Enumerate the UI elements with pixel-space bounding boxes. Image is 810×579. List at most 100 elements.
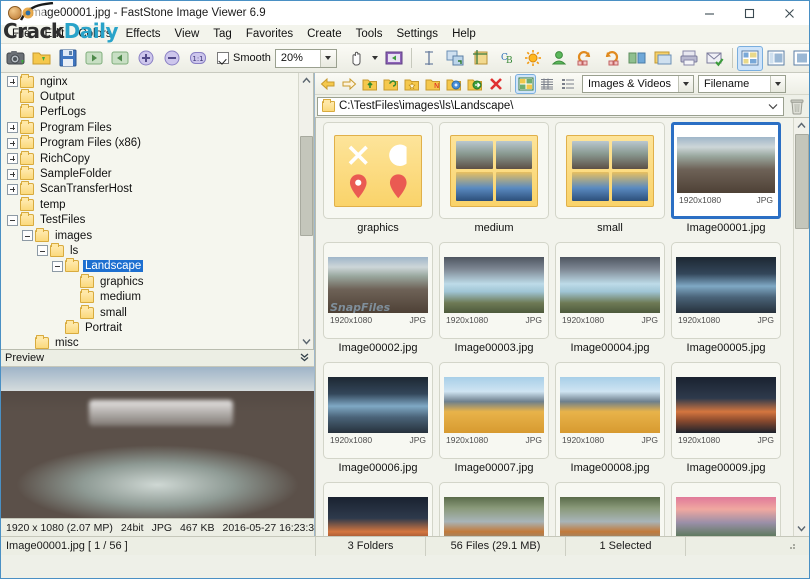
menu-edit[interactable]: Edit	[38, 26, 72, 42]
pan-dropdown-arrow[interactable]	[369, 46, 381, 70]
maximize-button[interactable]	[729, 1, 769, 25]
image-thumbnail[interactable]: 1920x1080JPGImage00004.jpg	[554, 242, 666, 362]
tree-scroll-up-icon[interactable]	[299, 73, 314, 88]
open-folder-icon[interactable]	[29, 46, 55, 71]
tree-item-temp[interactable]: temp	[1, 197, 298, 212]
tree-item-misc[interactable]: misc	[1, 336, 298, 349]
tree-item-graphics[interactable]: graphics	[1, 274, 298, 289]
menu-favorites[interactable]: Favorites	[239, 26, 300, 42]
smooth-checkbox-box[interactable]	[217, 52, 229, 64]
thumbnail-mode-icon[interactable]	[515, 74, 536, 94]
file-filter-combo[interactable]: Images & Videos	[582, 75, 694, 93]
tree-collapse-icon[interactable]	[22, 230, 33, 241]
image-thumbnail[interactable]: 1920x1080JPGImage00001.jpg	[670, 122, 782, 242]
thumbnail-frame[interactable]	[555, 122, 665, 219]
compare-icon[interactable]	[416, 46, 442, 71]
smooth-checkbox[interactable]: Smooth	[217, 52, 271, 64]
thumbnail-frame[interactable]: 1920x1080JPG	[671, 482, 781, 536]
image-thumbnail[interactable]: 1920x1080JPGImage00003.jpg	[438, 242, 550, 362]
tree-collapse-icon[interactable]	[37, 245, 48, 256]
image-thumbnail[interactable]: 1920x1080JPGImage00007.jpg	[438, 362, 550, 482]
sort-arrow[interactable]	[770, 76, 785, 92]
tree-item-perflogs[interactable]: PerfLogs	[1, 105, 298, 120]
image-thumbnail[interactable]: 1920x1080JPGImage00006.jpg	[322, 362, 434, 482]
image-thumbnail[interactable]: 1920x1080JPGImage00013.jpg	[670, 482, 782, 536]
flip-icon[interactable]	[624, 46, 650, 71]
image-thumbnail[interactable]: 1920x1080JPGImage00012.jpg	[554, 482, 666, 536]
rotate-left-icon[interactable]	[572, 46, 598, 71]
close-button[interactable]	[769, 1, 809, 25]
border-icon[interactable]	[650, 46, 676, 71]
tree-item-images[interactable]: images	[1, 228, 298, 243]
menu-help[interactable]: Help	[445, 26, 483, 42]
previous-image-icon[interactable]	[81, 46, 107, 71]
thumbnail-view-icon[interactable]	[737, 46, 763, 71]
favorites-icon[interactable]	[401, 74, 422, 94]
tree-collapse-icon[interactable]	[52, 261, 63, 272]
tree-collapse-icon[interactable]	[7, 215, 18, 226]
image-thumbnail[interactable]: 1920x1080JPGImage00011.jpg	[438, 482, 550, 536]
zoom-level-combo[interactable]: 20%	[275, 49, 337, 68]
preview-image-pane[interactable]	[1, 367, 314, 518]
rotate-right-icon[interactable]	[598, 46, 624, 71]
save-icon[interactable]	[55, 46, 81, 71]
tree-item-medium[interactable]: medium	[1, 289, 298, 304]
thumbs-scroll-thumb[interactable]	[795, 134, 809, 229]
pan-hand-icon[interactable]	[343, 46, 369, 71]
folder-tree[interactable]: nginxOutputPerfLogsProgram FilesProgram …	[1, 73, 298, 349]
thumbnails-scrollbar[interactable]	[793, 118, 809, 536]
zoom-in-icon[interactable]	[133, 46, 159, 71]
menu-colors[interactable]: Colors	[71, 26, 118, 42]
slideshow-icon[interactable]	[381, 46, 407, 71]
thumbnail-frame[interactable]: 1920x1080JPG	[555, 482, 665, 536]
tree-item-ls[interactable]: ls	[1, 243, 298, 258]
tree-expand-icon[interactable]	[7, 122, 18, 133]
image-thumbnail[interactable]: 1920x1080JPGImage00005.jpg	[670, 242, 782, 362]
zoom-out-icon[interactable]	[159, 46, 185, 71]
tree-item-small[interactable]: small	[1, 305, 298, 320]
thumbnail-grid[interactable]: graphicsmediumsmall1920x1080JPGImage0000…	[316, 118, 793, 536]
tree-item-nginx[interactable]: nginx	[1, 74, 298, 89]
preview-view-icon[interactable]	[789, 46, 810, 71]
zoom-dropdown-arrow[interactable]	[320, 50, 336, 67]
sort-combo[interactable]: Filename	[698, 75, 786, 93]
up-folder-icon[interactable]	[359, 74, 380, 94]
tree-item-portrait[interactable]: Portrait	[1, 320, 298, 335]
menu-effects[interactable]: Effects	[119, 26, 168, 42]
menu-tools[interactable]: Tools	[349, 26, 390, 42]
filmstrip-view-icon[interactable]	[763, 46, 789, 71]
thumbnail-browser[interactable]: graphicsmediumsmall1920x1080JPGImage0000…	[315, 117, 809, 536]
thumbnail-frame[interactable]	[323, 122, 433, 219]
refresh-icon[interactable]	[380, 74, 401, 94]
actual-size-icon[interactable]: 1:1	[185, 46, 211, 71]
list-mode-icon[interactable]	[536, 74, 557, 94]
resize-grip-icon[interactable]	[786, 540, 799, 553]
minimize-button[interactable]	[689, 1, 729, 25]
thumbnail-frame[interactable]: 1920x1080JPG	[555, 242, 665, 339]
image-thumbnail[interactable]: 1920x1080JPGImage00008.jpg	[554, 362, 666, 482]
color-adjust-icon[interactable]: CB	[494, 46, 520, 71]
thumbnail-frame[interactable]: SnapFiles1920x1080JPG	[323, 242, 433, 339]
new-folder-icon[interactable]: N	[422, 74, 443, 94]
folder-thumbnail[interactable]: medium	[438, 122, 550, 242]
image-thumbnail[interactable]: SnapFiles1920x1080JPGImage00002.jpg	[322, 242, 434, 362]
menu-tag[interactable]: Tag	[206, 26, 239, 42]
red-eye-icon[interactable]	[546, 46, 572, 71]
back-icon[interactable]	[317, 74, 338, 94]
tree-scroll-thumb[interactable]	[300, 136, 313, 236]
tree-expand-icon[interactable]	[7, 184, 18, 195]
detail-mode-icon[interactable]	[557, 74, 578, 94]
tree-scroll-down-icon[interactable]	[299, 334, 314, 349]
thumbs-scroll-up-icon[interactable]	[794, 118, 809, 133]
resize-icon[interactable]	[442, 46, 468, 71]
email-icon[interactable]	[702, 46, 728, 71]
tree-expand-icon[interactable]	[7, 153, 18, 164]
thumbnail-frame[interactable]: 1920x1080JPG	[323, 362, 433, 459]
tree-item-richcopy[interactable]: RichCopy	[1, 151, 298, 166]
forward-icon[interactable]	[338, 74, 359, 94]
tree-expand-icon[interactable]	[7, 169, 18, 180]
tree-item-samplefolder[interactable]: SampleFolder	[1, 166, 298, 181]
image-thumbnail[interactable]: 1920x1080JPGImage00010.jpg	[322, 482, 434, 536]
folder-thumbnail[interactable]: graphics	[322, 122, 434, 242]
delete-icon[interactable]	[485, 74, 506, 94]
